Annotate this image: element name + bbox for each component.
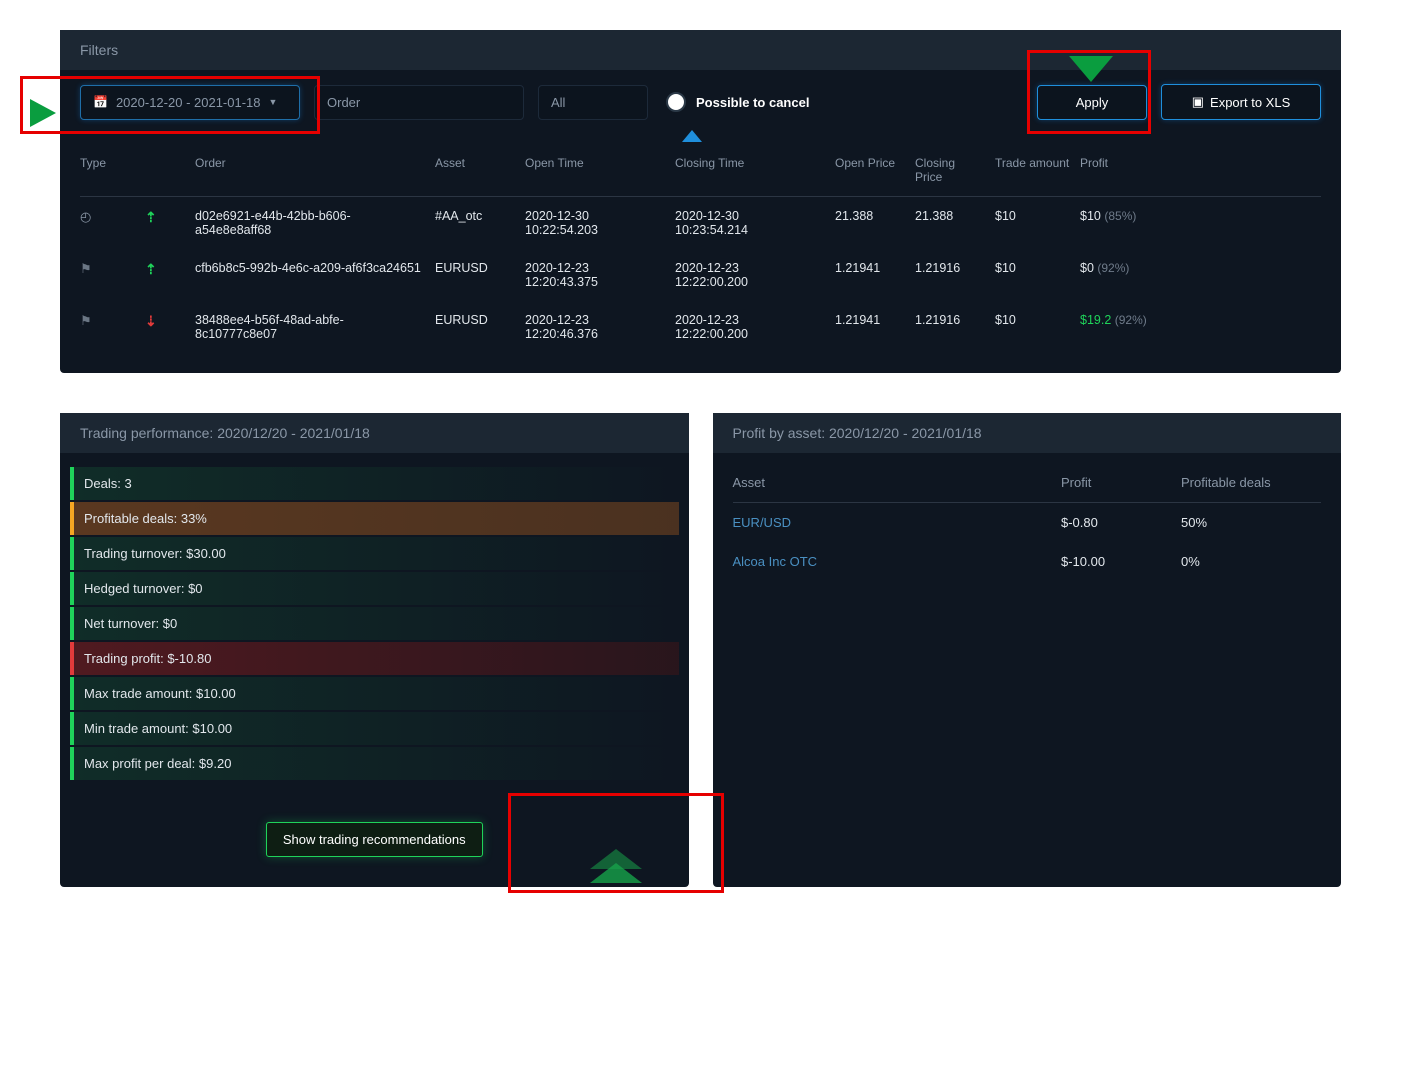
asset-link[interactable]: Alcoa Inc OTC	[733, 554, 1062, 569]
asset-profitable: 50%	[1181, 515, 1321, 530]
arrow-down-icon: ⇣	[145, 313, 157, 329]
asset-profitable: 0%	[1181, 554, 1321, 569]
profit-by-asset-panel: Profit by asset: 2020/12/20 - 2021/01/18…	[713, 413, 1342, 887]
closing-time-cell: 2020-12-2312:22:00.200	[675, 313, 825, 341]
order-placeholder: Order	[327, 95, 360, 110]
perf-row: Hedged turnover: $0	[70, 572, 679, 605]
perf-row: Max trade amount: $10.00	[70, 677, 679, 710]
chevron-down-icon: ▼	[269, 97, 278, 107]
col-open-price: Open Price	[835, 156, 905, 170]
trade-amount-cell: $10	[995, 313, 1070, 327]
perf-list: Deals: 3Profitable deals: 33%Trading tur…	[60, 453, 689, 812]
flag-icon: ⚑	[80, 313, 92, 328]
perf-row: Min trade amount: $10.00	[70, 712, 679, 745]
table-row[interactable]: ⚑ ⇣ 38488ee4-b56f-48ad-abfe-8c10777c8e07 EU…	[80, 301, 1321, 353]
open-price-cell: 1.21941	[835, 261, 905, 275]
lower-panels: Trading performance: 2020/12/20 - 2021/0…	[60, 413, 1341, 887]
asset-profit: $-0.80	[1061, 515, 1181, 530]
asset-row[interactable]: EUR/USD$-0.8050%	[733, 503, 1322, 542]
col-type: Type	[80, 156, 135, 170]
table-header-row: Type Order Asset Open Time Closing Time …	[80, 144, 1321, 197]
status-select[interactable]: All	[538, 85, 648, 120]
toggle-dot-icon	[666, 92, 686, 112]
arrow-up-icon: ⇡	[145, 261, 157, 277]
asset-link[interactable]: EUR/USD	[733, 515, 1062, 530]
perf-row: Deals: 3	[70, 467, 679, 500]
asset-table: Asset Profit Profitable deals EUR/USD$-0…	[713, 453, 1342, 601]
open-time-cell: 2020-12-3010:22:54.203	[525, 209, 665, 237]
perf-row: Trading turnover: $30.00	[70, 537, 679, 570]
profit-cell: $0 (92%)	[1080, 261, 1190, 275]
export-xls-button[interactable]: ▣ Export to XLS	[1161, 84, 1321, 120]
profit-cell: $19.2 (92%)	[1080, 313, 1190, 327]
filters-title: Filters	[60, 30, 1341, 70]
order-input[interactable]: Order	[314, 85, 524, 120]
flag-icon: ⚑	[80, 261, 92, 276]
calendar-icon: 📅	[93, 95, 108, 109]
show-recommendations-button[interactable]: Show trading recommendations	[266, 822, 483, 857]
annotation-arrow-right	[30, 99, 56, 127]
perf-row: Trading profit: $-10.80	[70, 642, 679, 675]
col-closing-price: Closing Price	[915, 156, 985, 184]
file-icon: ▣	[1192, 94, 1204, 110]
toggle-label: Possible to cancel	[696, 95, 809, 110]
arrow-up-icon: ⇡	[145, 209, 157, 225]
possible-to-cancel-toggle[interactable]: Possible to cancel	[666, 92, 809, 112]
col-asset: Asset	[733, 475, 1062, 490]
asset-profit: $-10.00	[1061, 554, 1181, 569]
filters-panel: Filters 📅 2020-12-20 - 2021-01-18 ▼ Orde…	[60, 30, 1341, 373]
col-open-time: Open Time	[525, 156, 665, 170]
perf-title: Trading performance: 2020/12/20 - 2021/0…	[60, 413, 689, 453]
closing-time-cell: 2020-12-3010:23:54.214	[675, 209, 825, 237]
perf-row: Max profit per deal: $9.20	[70, 747, 679, 780]
perf-row: Net turnover: $0	[70, 607, 679, 640]
annotation-arrow-down	[1069, 56, 1113, 82]
asset-cell: #AA_otc	[435, 209, 515, 223]
annotation-blue-caret	[682, 130, 702, 142]
trade-amount-cell: $10	[995, 209, 1070, 223]
clock-icon: ◴	[80, 209, 91, 224]
by-asset-title: Profit by asset: 2020/12/20 - 2021/01/18	[713, 413, 1342, 453]
date-range-value: 2020-12-20 - 2021-01-18	[116, 95, 261, 110]
col-asset: Asset	[435, 156, 515, 170]
table-row[interactable]: ⚑ ⇡ cfb6b8c5-992b-4e6c-a209-af6f3ca24651 EU…	[80, 249, 1321, 301]
col-order: Order	[195, 156, 425, 170]
trades-table: Type Order Asset Open Time Closing Time …	[60, 144, 1341, 373]
closing-price-cell: 21.388	[915, 209, 985, 223]
asset-table-header: Asset Profit Profitable deals	[733, 463, 1322, 503]
col-profit: Profit	[1061, 475, 1181, 490]
asset-cell: EURUSD	[435, 313, 515, 327]
perf-row: Profitable deals: 33%	[70, 502, 679, 535]
closing-price-cell: 1.21916	[915, 313, 985, 327]
trading-performance-panel: Trading performance: 2020/12/20 - 2021/0…	[60, 413, 689, 887]
apply-button[interactable]: Apply	[1037, 85, 1147, 120]
open-price-cell: 1.21941	[835, 313, 905, 327]
profit-cell: $10 (85%)	[1080, 209, 1190, 223]
closing-time-cell: 2020-12-2312:22:00.200	[675, 261, 825, 289]
annotation-arrow-up-2	[590, 849, 642, 869]
open-time-cell: 2020-12-2312:20:43.375	[525, 261, 665, 289]
status-value: All	[551, 95, 565, 110]
open-time-cell: 2020-12-2312:20:46.376	[525, 313, 665, 341]
recommendations-area: Show trading recommendations	[60, 812, 689, 887]
col-profitable: Profitable deals	[1181, 475, 1321, 490]
col-trade-amount: Trade amount	[995, 156, 1070, 170]
order-id: d02e6921-e44b-42bb-b606-a54e8e8aff68	[195, 209, 425, 237]
open-price-cell: 21.388	[835, 209, 905, 223]
col-closing-time: Closing Time	[675, 156, 825, 170]
closing-price-cell: 1.21916	[915, 261, 985, 275]
table-row[interactable]: ◴ ⇡ d02e6921-e44b-42bb-b606-a54e8e8aff68 #A…	[80, 197, 1321, 249]
trade-amount-cell: $10	[995, 261, 1070, 275]
export-label: Export to XLS	[1210, 95, 1290, 110]
asset-row[interactable]: Alcoa Inc OTC$-10.000%	[733, 542, 1322, 581]
col-profit: Profit	[1080, 156, 1190, 170]
order-id: 38488ee4-b56f-48ad-abfe-8c10777c8e07	[195, 313, 425, 341]
order-id: cfb6b8c5-992b-4e6c-a209-af6f3ca24651	[195, 261, 425, 275]
asset-cell: EURUSD	[435, 261, 515, 275]
date-range-picker[interactable]: 📅 2020-12-20 - 2021-01-18 ▼	[80, 85, 300, 120]
